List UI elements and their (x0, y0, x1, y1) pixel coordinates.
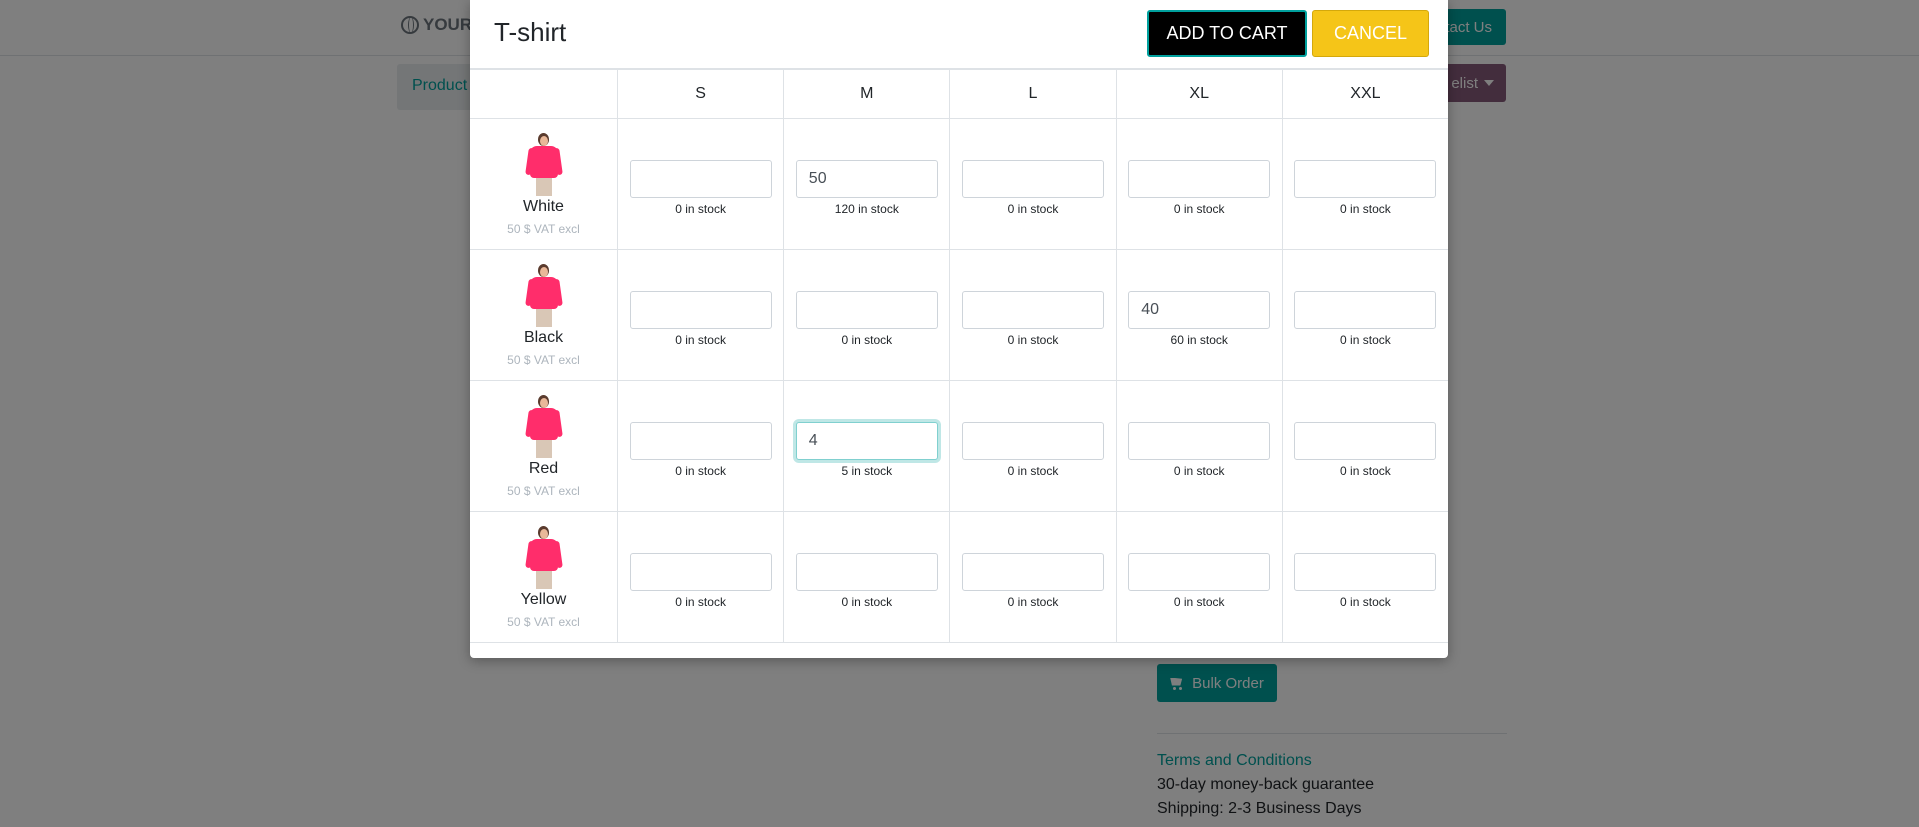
variant-price: 50 $ VAT excl (507, 353, 580, 367)
variant-color-name: Red (528, 460, 559, 477)
product-thumbnail (521, 263, 567, 327)
quantity-cell: 0 in stock (1281, 118, 1448, 250)
variant-color-name: White (523, 198, 564, 215)
stock-label: 0 in stock (1173, 595, 1225, 609)
quantity-input[interactable] (1128, 553, 1271, 591)
variant-matrix-dialog: T-shirt ADD TO CART CANCEL S M L XL XXL (470, 0, 1448, 658)
stock-label: 0 in stock (1340, 202, 1391, 216)
variant-price: 50 $ VAT excl (507, 615, 580, 629)
variant-color-name: Black (523, 329, 564, 346)
stock-label: 0 in stock (675, 202, 726, 216)
variant-cell: Yellow 50 $ VAT excl (470, 511, 618, 643)
quantity-input[interactable] (795, 422, 938, 460)
add-to-cart-button[interactable]: ADD TO CART (1147, 10, 1307, 57)
size-header: M (783, 69, 951, 119)
quantity-input[interactable] (1128, 160, 1271, 198)
variant-row: Red 50 $ VAT excl 0 in stock 5 in stock … (470, 380, 1448, 512)
product-thumbnail (521, 132, 567, 196)
quantity-cell: 0 in stock (949, 511, 1117, 643)
stock-label: 0 in stock (675, 333, 726, 347)
stock-label: 0 in stock (841, 595, 893, 609)
product-thumbnail (521, 525, 567, 589)
variant-info: White 50 $ VAT excl (470, 132, 617, 236)
cancel-button[interactable]: CANCEL (1312, 10, 1429, 57)
quantity-input[interactable] (1294, 422, 1437, 460)
stock-label: 0 in stock (675, 595, 726, 609)
stock-label: 0 in stock (1173, 464, 1225, 478)
variant-info: Red 50 $ VAT excl (470, 394, 617, 498)
size-header: S (616, 69, 785, 119)
quantity-cell: 0 in stock (949, 118, 1117, 250)
stock-label: 0 in stock (1007, 464, 1059, 478)
quantity-input[interactable] (795, 553, 938, 591)
variant-color-name: Yellow (520, 591, 567, 608)
quantity-cell: 0 in stock (616, 118, 785, 250)
stock-label: 0 in stock (675, 464, 726, 478)
quantity-cell: 0 in stock (949, 249, 1117, 381)
quantity-cell: 0 in stock (1115, 380, 1283, 512)
quantity-cell: 0 in stock (1115, 118, 1283, 250)
quantity-input[interactable] (962, 422, 1104, 460)
variant-row: Yellow 50 $ VAT excl 0 in stock 0 in sto… (470, 511, 1448, 643)
quantity-cell: 0 in stock (1281, 380, 1448, 512)
variant-info: Yellow 50 $ VAT excl (470, 525, 617, 629)
quantity-cell: 0 in stock (783, 249, 951, 381)
stock-label: 0 in stock (1007, 595, 1059, 609)
quantity-input[interactable] (629, 422, 772, 460)
quantity-cell: 0 in stock (616, 380, 785, 512)
quantity-input[interactable] (1294, 160, 1437, 198)
corner-cell (470, 69, 618, 119)
quantity-input[interactable] (1128, 291, 1271, 329)
size-header: XL (1115, 69, 1283, 119)
quantity-input[interactable] (1128, 422, 1271, 460)
quantity-cell: 5 in stock (783, 380, 951, 512)
size-header-row: S M L XL XXL (470, 69, 1448, 119)
quantity-input[interactable] (629, 291, 772, 329)
quantity-input[interactable] (1294, 553, 1437, 591)
stock-label: 0 in stock (1007, 202, 1059, 216)
quantity-cell: 0 in stock (1281, 249, 1448, 381)
stock-label: 0 in stock (1340, 333, 1391, 347)
variant-cell: Black 50 $ VAT excl (470, 249, 618, 381)
quantity-cell: 0 in stock (1281, 511, 1448, 643)
variant-grid: S M L XL XXL White 50 $ VAT excl 0 in st… (470, 69, 1448, 643)
variant-row: White 50 $ VAT excl 0 in stock 120 in st… (470, 118, 1448, 250)
stock-label: 5 in stock (841, 464, 893, 478)
quantity-input[interactable] (795, 160, 938, 198)
quantity-input[interactable] (629, 553, 772, 591)
stock-label: 0 in stock (1340, 595, 1391, 609)
quantity-cell: 120 in stock (783, 118, 951, 250)
quantity-input[interactable] (962, 553, 1104, 591)
stock-label: 60 in stock (1170, 333, 1228, 347)
variant-price: 50 $ VAT excl (507, 484, 580, 498)
quantity-input[interactable] (795, 291, 938, 329)
product-thumbnail (521, 394, 567, 458)
stock-label: 0 in stock (1340, 464, 1391, 478)
quantity-cell: 0 in stock (1115, 511, 1283, 643)
variant-rows: White 50 $ VAT excl 0 in stock 120 in st… (470, 118, 1448, 643)
quantity-input[interactable] (1294, 291, 1437, 329)
variant-cell: Red 50 $ VAT excl (470, 380, 618, 512)
modal-header: T-shirt ADD TO CART CANCEL (470, 0, 1448, 69)
quantity-input[interactable] (629, 160, 772, 198)
stock-label: 0 in stock (841, 333, 893, 347)
quantity-cell: 0 in stock (949, 380, 1117, 512)
variant-row: Black 50 $ VAT excl 0 in stock 0 in stoc… (470, 249, 1448, 381)
variant-info: Black 50 $ VAT excl (470, 263, 617, 367)
size-header: XXL (1281, 69, 1448, 119)
quantity-cell: 0 in stock (616, 249, 785, 381)
quantity-input[interactable] (962, 291, 1104, 329)
stock-label: 120 in stock (834, 202, 899, 216)
quantity-cell: 60 in stock (1115, 249, 1283, 381)
stock-label: 0 in stock (1007, 333, 1059, 347)
quantity-cell: 0 in stock (783, 511, 951, 643)
quantity-input[interactable] (962, 160, 1104, 198)
stock-label: 0 in stock (1173, 202, 1225, 216)
quantity-cell: 0 in stock (616, 511, 785, 643)
variant-cell: White 50 $ VAT excl (470, 118, 618, 250)
modal-title: T-shirt (494, 17, 567, 47)
size-header: L (949, 69, 1117, 119)
variant-price: 50 $ VAT excl (507, 222, 580, 236)
